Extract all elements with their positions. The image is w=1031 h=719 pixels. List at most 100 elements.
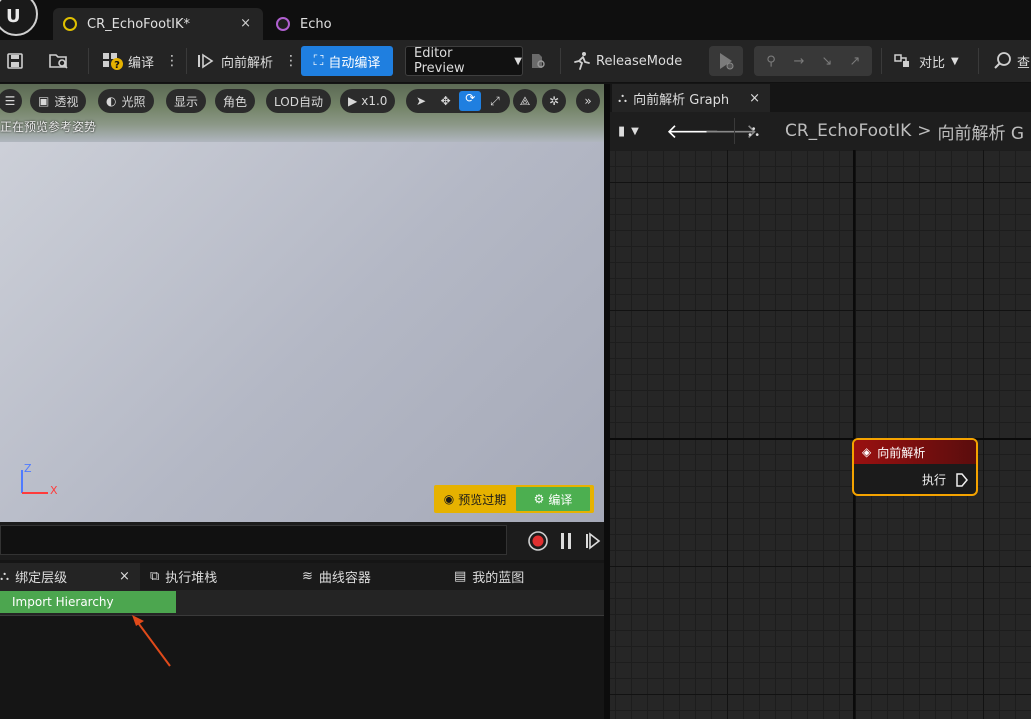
- forward-solve-options-kebab-icon[interactable]: ⋮: [284, 53, 298, 69]
- perspective-label: 透视: [54, 94, 79, 109]
- unreal-logo-icon[interactable]: U: [0, 0, 38, 36]
- camera-settings-button[interactable]: ✲: [542, 89, 566, 113]
- toolbar-divider: [186, 48, 187, 74]
- chevron-down-icon: ▼: [514, 55, 522, 67]
- character-label: 角色: [223, 94, 248, 109]
- stack-icon: ⧉: [150, 569, 160, 584]
- simulate-button[interactable]: [709, 46, 743, 76]
- release-mode-button[interactable]: ReleaseMode: [572, 40, 682, 82]
- editor-preview-dropdown[interactable]: Editor Preview ▼: [405, 46, 523, 76]
- toolbar-divider: [88, 48, 89, 74]
- auto-compile-label: 自动编译: [328, 55, 381, 71]
- debug-step-group: ⚲ → ↘ ↗: [754, 46, 872, 76]
- step-forward-icon[interactable]: [585, 531, 601, 551]
- hierarchy-icon: ⛬: [0, 569, 10, 584]
- breadcrumb-root[interactable]: CR_EchoFootIK: [785, 121, 911, 141]
- preview-expired-status: ◉ 预览过期: [434, 485, 516, 513]
- forward-solve-event-node[interactable]: ◈ 向前解析 执行: [852, 438, 978, 496]
- import-hierarchy-button[interactable]: Import Hierarchy: [0, 591, 176, 613]
- preview-expired-label: 预览过期: [458, 492, 507, 507]
- browse-button[interactable]: [48, 40, 70, 82]
- playback-speed-button[interactable]: ▶ x1.0: [340, 89, 396, 113]
- show-label: 显示: [174, 94, 199, 109]
- preview-viewport[interactable]: ☰ ▣ 透视 ◐ 光照 显示 角色 LOD自动 ▶ x1.0 ➤ ✥ ⟳ ⤢ ⟁…: [0, 84, 604, 522]
- tab-label: CR_EchoFootIK*: [87, 16, 191, 32]
- select-arrow-icon[interactable]: ➤: [410, 94, 432, 108]
- bookmark-icon: ▮: [618, 123, 626, 139]
- auto-compile-icon: ⛶: [313, 53, 324, 69]
- tab-curve-container[interactable]: ≋ 曲线容器: [302, 563, 371, 590]
- tab-close-button[interactable]: ×: [119, 563, 130, 590]
- tab-label: 执行堆栈: [165, 571, 218, 586]
- gear-icon: ⚙: [533, 492, 545, 506]
- book-icon: ▤: [454, 569, 467, 584]
- bookmark-dropdown[interactable]: ▮ ▼: [618, 112, 639, 150]
- tab-rig-hierarchy[interactable]: ⛬ 绑定层级: [0, 563, 67, 590]
- step-into-icon[interactable]: ↘: [813, 54, 841, 69]
- play-forward-icon: [198, 53, 214, 69]
- close-icon: ×: [119, 569, 130, 584]
- snap-icon: ⟁: [519, 93, 531, 108]
- rotate-icon[interactable]: ⟳: [459, 91, 482, 111]
- preview-asset-button[interactable]: [529, 40, 547, 82]
- cube-icon: ▣: [38, 94, 50, 108]
- tab-label: 绑定层级: [15, 571, 68, 586]
- debug-inspect-icon[interactable]: ⚲: [757, 54, 785, 69]
- close-icon[interactable]: ×: [749, 91, 760, 106]
- viewport-compile-button[interactable]: ⚙ 编译: [516, 487, 590, 511]
- tab-forward-solve-graph[interactable]: ⛬ 向前解析 Graph ×: [612, 84, 770, 112]
- lighting-button[interactable]: ◐ 光照: [98, 89, 154, 113]
- chevron-down-icon: ▼: [631, 125, 639, 137]
- exec-output-pin[interactable]: 执行: [922, 471, 968, 488]
- compile-label: 编译: [128, 55, 155, 71]
- more-options-button[interactable]: »: [576, 89, 600, 113]
- record-icon[interactable]: [527, 530, 549, 552]
- graph-canvas[interactable]: [610, 150, 1031, 719]
- play-debug-icon: [720, 53, 734, 70]
- playback-speed-label: x1.0: [361, 94, 388, 108]
- auto-compile-button[interactable]: ⛶ 自动编译: [301, 46, 393, 76]
- document-tab-bar: U CR_EchoFootIK* × Echo: [0, 0, 1031, 40]
- lod-button[interactable]: LOD自动: [266, 89, 331, 113]
- perspective-button[interactable]: ▣ 透视: [30, 89, 87, 113]
- hierarchy-toolbar: Import Hierarchy: [0, 590, 604, 616]
- scale-icon[interactable]: ⤢: [484, 94, 506, 109]
- tab-label: 曲线容器: [318, 571, 371, 586]
- timeline-scrubber[interactable]: [0, 525, 507, 555]
- forward-solve-button[interactable]: 向前解析: [196, 40, 273, 82]
- tab-echo[interactable]: Echo: [266, 8, 386, 40]
- step-over-icon[interactable]: →: [785, 54, 813, 69]
- tab-my-blueprint[interactable]: ▤ 我的蓝图: [454, 563, 524, 590]
- compile-warning-icon: ?: [103, 53, 123, 71]
- compile-options-kebab-icon[interactable]: ⋮: [165, 53, 179, 69]
- hierarchy-tree-panel[interactable]: [0, 616, 604, 719]
- toolbar-divider: [978, 48, 979, 74]
- find-button[interactable]: 查: [992, 40, 1030, 82]
- snap-button[interactable]: ⟁: [513, 89, 537, 113]
- viewport-status-text: 正在预览参考姿势: [0, 120, 97, 134]
- tab-label: Echo: [300, 16, 332, 32]
- running-man-icon: [574, 52, 590, 70]
- document-search-icon: [532, 54, 545, 68]
- compile-button[interactable]: ? 编译: [102, 40, 154, 82]
- control-rig-icon: [63, 17, 77, 31]
- exec-pin-label: 执行: [921, 473, 946, 487]
- character-button[interactable]: 角色: [215, 89, 256, 113]
- tab-execution-stack[interactable]: ⧉ 执行堆栈: [150, 563, 217, 590]
- step-out-icon[interactable]: ↗: [841, 54, 869, 69]
- pause-icon[interactable]: [559, 531, 573, 551]
- breadcrumb-separator: >: [917, 121, 932, 141]
- save-button[interactable]: [6, 40, 24, 82]
- editor-preview-label: Editor Preview: [414, 46, 465, 76]
- close-icon[interactable]: ×: [240, 16, 251, 31]
- event-diamond-icon: ◈: [862, 445, 872, 459]
- diff-dropdown[interactable]: 对比 ▼: [893, 40, 959, 82]
- graph-icon: ⛬: [748, 121, 760, 140]
- tab-cr-echofootik[interactable]: CR_EchoFootIK* ×: [53, 8, 263, 40]
- graph-icon: ⛬: [618, 90, 628, 106]
- move-icon[interactable]: ✥: [435, 94, 457, 108]
- node-header: ◈ 向前解析: [854, 440, 976, 464]
- folder-search-icon: [49, 54, 68, 69]
- show-button[interactable]: 显示: [166, 89, 207, 113]
- nav-divider: [734, 118, 735, 144]
